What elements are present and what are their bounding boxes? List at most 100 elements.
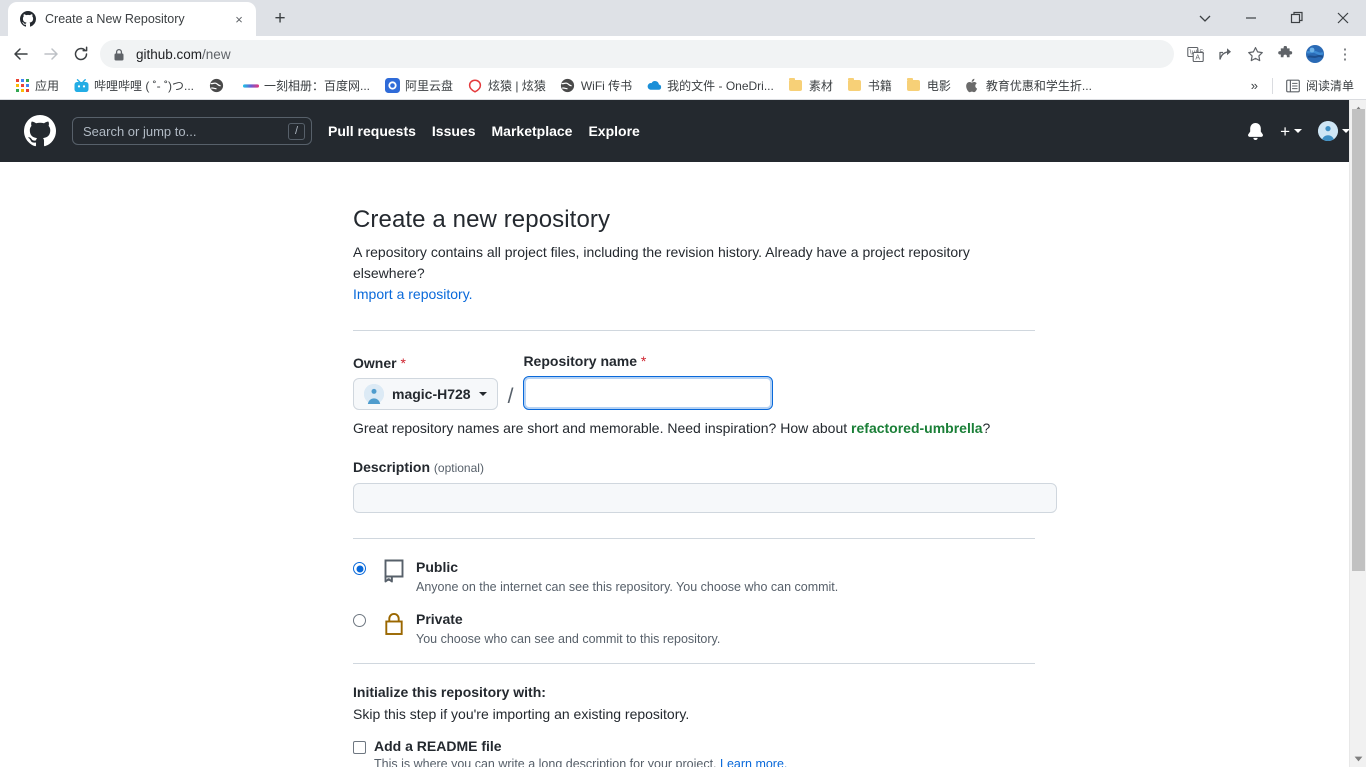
address-bar[interactable]: github.com/new	[100, 40, 1174, 68]
puzzle-icon[interactable]	[1270, 39, 1300, 69]
bookmark-yikexiangce[interactable]: 一刻相册：百度网...	[237, 75, 376, 96]
bookmark-xuanyuan[interactable]: 炫猿 | 炫猿	[461, 75, 552, 96]
nav-marketplace[interactable]: Marketplace	[492, 123, 573, 139]
page-subtitle-text: A repository contains all project files,…	[353, 244, 970, 281]
owner-label-text: Owner	[353, 355, 397, 371]
divider	[353, 330, 1035, 331]
bookmark-label: 一刻相册：百度网...	[264, 79, 371, 93]
reading-list-label: 阅读清单	[1305, 79, 1354, 93]
search-placeholder: Search or jump to...	[83, 123, 197, 139]
bookmark-label: 炫猿 | 炫猿	[488, 79, 546, 93]
owner-field: Owner * magic-H728	[353, 355, 498, 410]
account-menu[interactable]	[1318, 121, 1350, 141]
bookmark-aliyun[interactable]: 阿里云盘	[378, 75, 459, 96]
bookmark-label: WiFi 传书	[580, 79, 633, 93]
bookmark-apple-edu[interactable]: 教育优惠和学生折...	[959, 75, 1098, 96]
hint-suffix: ?	[982, 420, 991, 436]
create-new-menu[interactable]: +	[1280, 123, 1302, 140]
owner-select-button[interactable]: magic-H728	[353, 378, 498, 410]
minimize-button[interactable]	[1228, 0, 1274, 36]
browser-tab[interactable]: Create a New Repository ×	[8, 2, 256, 36]
back-icon[interactable]	[6, 39, 36, 69]
page-viewport: Search or jump to... / Pull requests Iss…	[0, 100, 1366, 767]
new-tab-button[interactable]: +	[266, 4, 294, 32]
repository-name-hint: Great repository names are short and mem…	[353, 420, 1035, 436]
divider	[1271, 77, 1273, 94]
nav-explore[interactable]: Explore	[588, 123, 639, 139]
bookmark-apps[interactable]: 应用	[8, 75, 65, 96]
bookmark-globe-1[interactable]	[202, 76, 235, 96]
maximize-button[interactable]	[1274, 0, 1320, 36]
readme-learn-more-link[interactable]: Learn more.	[720, 757, 787, 767]
profile-avatar-icon[interactable]	[1300, 39, 1330, 69]
description-label-text: Description	[353, 459, 431, 475]
github-mark-icon[interactable]	[24, 115, 56, 147]
readme-description: This is where you can write a long descr…	[374, 757, 1035, 767]
lock-icon	[110, 48, 128, 61]
url-text: github.com/new	[136, 47, 231, 62]
visibility-private-desc: You choose who can see and commit to thi…	[416, 632, 721, 646]
divider	[353, 663, 1035, 664]
star-icon[interactable]	[1240, 39, 1270, 69]
radio-public[interactable]	[353, 562, 366, 575]
hint-prefix: Great repository names are short and mem…	[353, 420, 852, 436]
bookmarks-overflow-button[interactable]: »	[1243, 78, 1266, 93]
page-scrollbar[interactable]	[1349, 100, 1366, 767]
toolbar-actions: \u6587 A	[1180, 39, 1360, 69]
close-window-button[interactable]	[1320, 0, 1366, 36]
nav-issues[interactable]: Issues	[432, 123, 476, 139]
visibility-option-public[interactable]: Public Anyone on the internet can see th…	[353, 559, 1035, 594]
description-input[interactable]	[353, 483, 1057, 513]
chevron-down-icon	[478, 392, 487, 396]
tab-search-icon[interactable]	[1182, 0, 1228, 36]
svg-text:A: A	[1195, 54, 1200, 61]
bookmark-label: 教育优惠和学生折...	[985, 79, 1092, 93]
xuanyuan-icon	[467, 78, 483, 94]
suggested-name-link[interactable]: refactored-umbrella	[851, 420, 982, 436]
reading-list-button[interactable]: 阅读清单	[1279, 75, 1360, 96]
aliyun-icon	[384, 78, 400, 94]
bookmark-label: 素材	[808, 79, 833, 93]
share-icon[interactable]	[1210, 39, 1240, 69]
import-repository-link[interactable]: Import a repository.	[353, 286, 473, 302]
browser-menu-icon[interactable]: ⋮	[1330, 39, 1360, 69]
translate-icon[interactable]: \u6587 A	[1180, 39, 1210, 69]
readme-checkbox[interactable]	[353, 741, 366, 754]
search-input[interactable]: Search or jump to... /	[72, 117, 312, 145]
create-repo-form: Create a new repository A repository con…	[331, 162, 1057, 767]
initialize-title: Initialize this repository with:	[353, 684, 546, 700]
visibility-option-private[interactable]: Private You choose who can see and commi…	[353, 611, 1035, 646]
readme-label: Add a README file	[374, 738, 502, 754]
visibility-private-title: Private	[416, 611, 463, 627]
bookmark-label: 阿里云盘	[405, 79, 454, 93]
bookmark-onedrive[interactable]: 我的文件 - OneDri...	[640, 75, 780, 96]
url-domain: github.com	[136, 46, 203, 62]
description-optional-text: (optional)	[433, 461, 484, 475]
visibility-options: Public Anyone on the internet can see th…	[353, 559, 1035, 646]
description-label: Description (optional)	[353, 459, 1035, 475]
page-subtitle: A repository contains all project files,…	[353, 242, 1035, 305]
folder-icon	[788, 78, 804, 94]
bookmark-folder-sucai[interactable]: 素材	[782, 75, 839, 96]
scroll-down-arrow-icon[interactable]	[1350, 750, 1366, 767]
bookmark-folder-shuji[interactable]: 书籍	[841, 75, 898, 96]
radio-private[interactable]	[353, 614, 366, 627]
readme-option[interactable]: Add a README file	[353, 738, 1035, 754]
bookmark-label: 应用	[35, 79, 60, 93]
globe-icon	[560, 78, 576, 94]
bookmark-label: 我的文件 - OneDri...	[667, 79, 774, 93]
owner-label: Owner *	[353, 355, 498, 371]
divider	[353, 538, 1035, 539]
bookmark-bilibili[interactable]: 哔哩哔哩 ( ˚- ˚)つ...	[67, 75, 200, 96]
nav-pull-requests[interactable]: Pull requests	[328, 123, 416, 139]
bookmark-wifi-chuanshu[interactable]: WiFi 传书	[554, 75, 638, 96]
repository-name-input[interactable]	[523, 376, 774, 410]
close-icon[interactable]: ×	[230, 10, 248, 28]
reload-icon[interactable]	[66, 39, 96, 69]
gradient-bar-icon	[243, 78, 260, 94]
chevron-down-icon	[1294, 129, 1302, 133]
bookmark-folder-dianying[interactable]: 电影	[900, 75, 957, 96]
apps-grid-icon	[14, 78, 30, 94]
bell-icon[interactable]	[1247, 122, 1264, 140]
scrollbar-thumb[interactable]	[1352, 109, 1365, 571]
